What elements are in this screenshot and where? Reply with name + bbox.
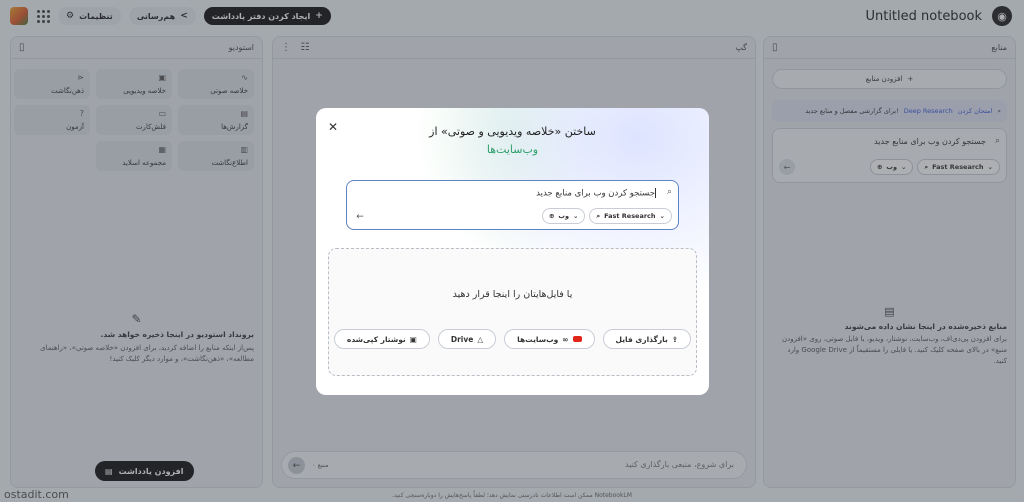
file-drop-zone[interactable]: یا فایل‌هایتان را اینجا قرار دهید ⇪ بارگ… — [328, 248, 697, 376]
upload-file-button[interactable]: ⇪ بارگذاری فایل — [602, 329, 692, 349]
dialog-search-text: جستجو کردن وب برای منابع جدید — [536, 188, 655, 199]
submit-arrow-icon[interactable]: ← — [353, 210, 367, 224]
link-icon: ∞ — [562, 334, 569, 344]
paste-text-button[interactable]: ▣ نوشتار کپی‌شده — [333, 329, 430, 349]
dialog-search-chips: ⊕ وب ⌄ ⌕ Fast Research ⌄ — [541, 208, 672, 224]
web-chip[interactable]: ⊕ وب ⌄ — [541, 208, 586, 224]
drop-zone-text: یا فایل‌هایتان را اینجا قرار دهید — [452, 289, 573, 300]
websites-button[interactable]: ∞ وب‌سایت‌ها — [504, 329, 595, 349]
drive-icon: △ — [477, 334, 484, 344]
add-sources-dialog: ✕ ساختن «خلاصه ویدیویی و صوتی» از وب‌سای… — [316, 108, 709, 395]
upload-icon: ⇪ — [671, 334, 679, 344]
research-mode-chip[interactable]: ⌕ Fast Research ⌄ — [589, 208, 672, 224]
research-mode-label: Fast Research — [604, 212, 656, 220]
youtube-icon — [572, 336, 582, 342]
spark-search-icon: ⌕ — [596, 211, 601, 220]
text-cursor — [655, 188, 656, 198]
chevron-down-icon: ⌄ — [573, 212, 579, 220]
websites-label: وب‌سایت‌ها — [517, 334, 559, 344]
globe-icon: ⊕ — [548, 212, 555, 220]
dialog-web-search: ⌕ جستجو کردن وب برای منابع جدید ← ⊕ وب ⌄… — [346, 180, 679, 230]
chevron-down-icon: ⌄ — [659, 212, 665, 220]
clipboard-icon: ▣ — [409, 334, 417, 344]
dialog-search-input[interactable]: جستجو کردن وب برای منابع جدید — [536, 188, 656, 199]
paste-label: نوشتار کپی‌شده — [346, 334, 406, 344]
web-chip-label: وب — [558, 212, 569, 220]
dialog-title: ساختن «خلاصه ویدیویی و صوتی» از — [429, 125, 596, 138]
drive-button[interactable]: △ Drive — [437, 329, 497, 349]
source-type-buttons: ⇪ بارگذاری فایل ∞ وب‌سایت‌ها △ Drive ▣ ن… — [329, 329, 696, 349]
upload-label: بارگذاری فایل — [615, 334, 668, 344]
search-icon: ⌕ — [666, 187, 672, 197]
dialog-subtitle: وب‌سایت‌ها — [486, 143, 539, 156]
drive-label: Drive — [450, 334, 474, 344]
